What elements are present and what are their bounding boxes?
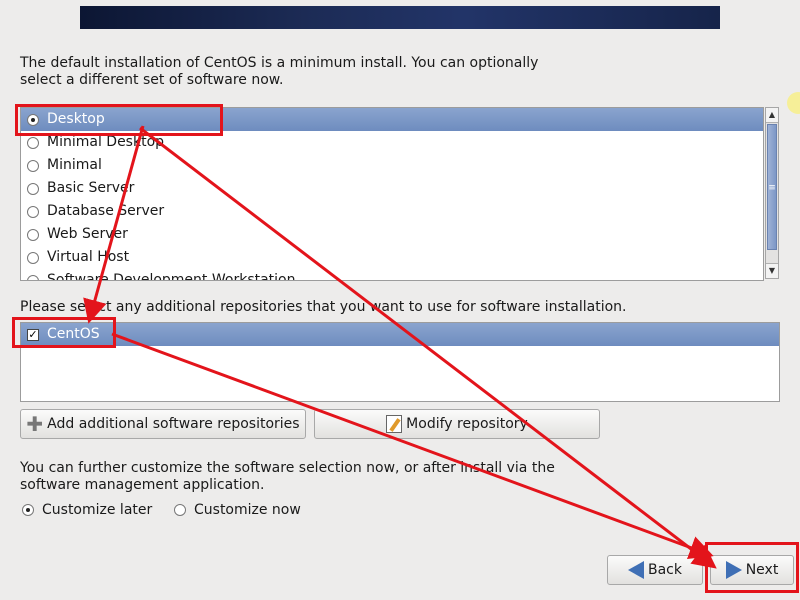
group-item-label: Desktop [47, 111, 105, 127]
group-item-desktop[interactable]: Desktop [21, 108, 763, 131]
customize-now-option[interactable]: Customize now [172, 502, 301, 518]
repo-prompt-text: Please select any additional repositorie… [20, 299, 627, 315]
radio-icon[interactable] [27, 114, 39, 126]
checkbox-icon[interactable]: ✓ [27, 329, 39, 341]
group-item-basic-server[interactable]: Basic Server [21, 177, 763, 200]
add-repositories-button[interactable]: ✚ Add additional software repositories [20, 409, 306, 439]
scroll-up-icon[interactable]: ▲ [766, 108, 778, 123]
group-item-label: Web Server [47, 226, 128, 242]
group-item-minimal-desktop[interactable]: Minimal Desktop [21, 131, 763, 154]
group-item-label: Software Development Workstation [47, 272, 296, 281]
customize-later-option[interactable]: Customize later [20, 502, 152, 518]
back-label: Back [648, 562, 682, 578]
radio-icon[interactable] [22, 504, 34, 516]
back-button[interactable]: Back [607, 555, 703, 585]
group-item-web-server[interactable]: Web Server [21, 223, 763, 246]
group-item-label: Virtual Host [47, 249, 130, 265]
scrollbar-thumb[interactable]: ≡ [767, 124, 777, 250]
header-banner [80, 6, 720, 29]
customize-now-label: Customize now [194, 502, 301, 518]
plus-icon: ✚ [26, 412, 44, 436]
next-label: Next [745, 562, 779, 578]
group-item-label: Minimal Desktop [47, 134, 165, 150]
group-item-database-server[interactable]: Database Server [21, 200, 763, 223]
modify-repository-label: Modify repository [406, 416, 528, 432]
radio-icon[interactable] [27, 183, 39, 195]
group-item-label: Minimal [47, 157, 102, 173]
edit-icon [386, 415, 403, 433]
arrow-right-icon [725, 561, 742, 579]
group-item-virtual-host[interactable]: Virtual Host [21, 246, 763, 269]
software-group-list[interactable]: Desktop Minimal Desktop Minimal Basic Se… [20, 107, 764, 281]
customize-later-label: Customize later [42, 502, 153, 518]
scroll-down-icon[interactable]: ▼ [766, 263, 778, 278]
group-item-label: Database Server [47, 203, 165, 219]
repository-list[interactable]: ✓ CentOS [20, 322, 780, 402]
radio-icon[interactable] [27, 252, 39, 264]
add-repositories-label: Add additional software repositories [47, 416, 300, 432]
cursor-highlight [787, 92, 800, 114]
modify-repository-button[interactable]: Modify repository [314, 409, 600, 439]
radio-icon[interactable] [27, 137, 39, 149]
repo-item-label: CentOS [47, 326, 100, 342]
group-item-minimal[interactable]: Minimal [21, 154, 763, 177]
radio-icon[interactable] [27, 206, 39, 218]
group-item-software-development-workstation[interactable]: Software Development Workstation [21, 269, 763, 281]
radio-icon[interactable] [27, 160, 39, 172]
customize-text: You can further customize the software s… [20, 460, 555, 493]
radio-icon[interactable] [27, 229, 39, 241]
next-button[interactable]: Next [710, 555, 794, 585]
group-list-scrollbar[interactable]: ▲ ≡ ▼ [765, 107, 779, 279]
intro-text: The default installation of CentOS is a … [20, 55, 539, 88]
group-item-label: Basic Server [47, 180, 135, 196]
arrow-left-icon [628, 561, 644, 579]
radio-icon[interactable] [27, 275, 39, 280]
repo-item-centos[interactable]: ✓ CentOS [21, 323, 779, 346]
radio-icon[interactable] [174, 504, 186, 516]
